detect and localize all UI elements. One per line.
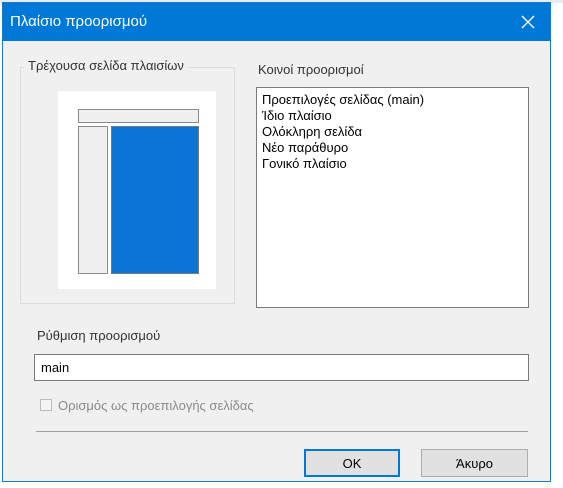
- list-item-same-frame[interactable]: Ίδιο πλαίσιο: [257, 108, 528, 124]
- frame-left[interactable]: [78, 126, 108, 274]
- close-icon: [521, 15, 535, 29]
- close-button[interactable]: [506, 3, 550, 41]
- target-setting-input[interactable]: [34, 354, 529, 381]
- common-targets-label: Κοινοί προορισμοί: [258, 62, 364, 77]
- default-page-checkbox-row: Ορισμός ως προεπιλογής σελίδας: [40, 397, 254, 413]
- cancel-button[interactable]: Άκυρο: [421, 449, 528, 477]
- default-page-checkbox-label: Ορισμός ως προεπιλογής σελίδας: [58, 397, 254, 413]
- default-page-checkbox[interactable]: [40, 399, 52, 411]
- list-item-default-page[interactable]: Προεπιλογές σελίδας (main): [257, 92, 528, 108]
- ok-button[interactable]: OK: [304, 449, 400, 477]
- common-targets-list[interactable]: Προεπιλογές σελίδας (main) Ίδιο πλαίσιο …: [256, 87, 529, 308]
- current-frames-label: Τρέχουσα σελίδα πλαισίων: [24, 58, 188, 73]
- frame-main-selected[interactable]: [111, 126, 199, 274]
- separator-line: [36, 431, 528, 432]
- list-item-parent-frame[interactable]: Γονικό πλαίσιο: [257, 156, 528, 172]
- list-item-whole-page[interactable]: Ολόκληρη σελίδα: [257, 124, 528, 140]
- list-item-new-window[interactable]: Νέο παράθυρο: [257, 140, 528, 156]
- target-setting-label: Ρύθμιση προορισμού: [37, 328, 161, 343]
- dialog-title: Πλαίσιο προορισμού: [10, 13, 148, 30]
- title-bar: Πλαίσιο προορισμού: [3, 3, 550, 41]
- frame-top[interactable]: [78, 109, 199, 123]
